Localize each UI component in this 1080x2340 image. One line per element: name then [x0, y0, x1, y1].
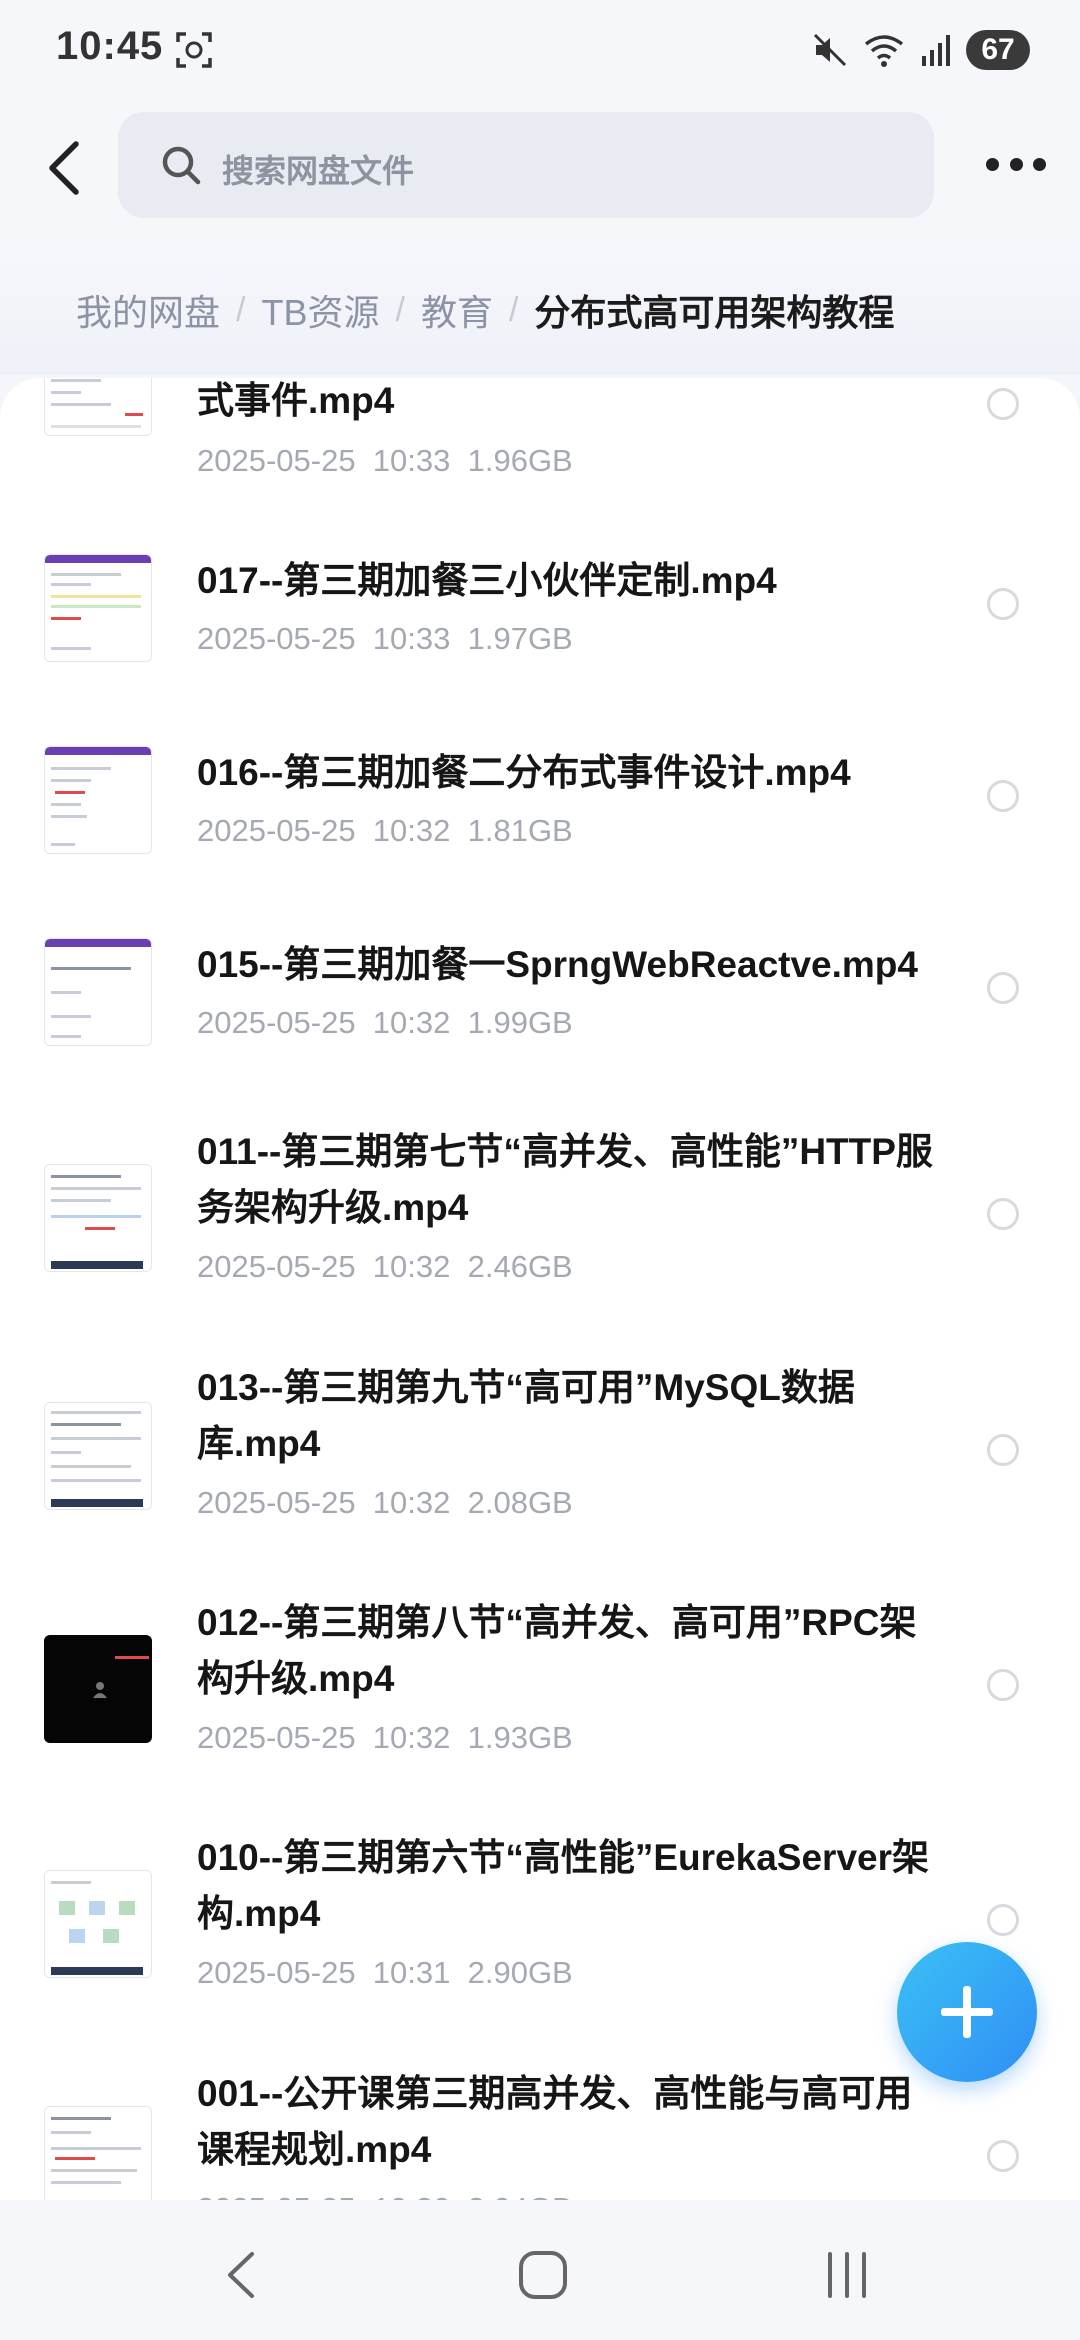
- file-thumbnail: [44, 1402, 152, 1510]
- select-radio[interactable]: [987, 2140, 1019, 2172]
- status-time: 10:45: [56, 24, 164, 68]
- battery-icon: 67: [966, 30, 1030, 70]
- breadcrumb-item[interactable]: 教育: [421, 284, 493, 336]
- file-row[interactable]: 011--第三期第七节“高并发、高性能”HTTP服务架构升级.mp4 2025-…: [0, 1124, 1080, 1358]
- breadcrumb-item[interactable]: TB资源: [261, 284, 379, 336]
- file-name: 015--第三期加餐一SprngWebReactve.mp4: [197, 944, 918, 985]
- select-radio[interactable]: [987, 388, 1019, 420]
- file-row[interactable]: 式事件.mp4 2025-05-25 10:33 1.96GB: [0, 378, 1080, 558]
- screenshot-icon: [176, 32, 212, 68]
- select-radio[interactable]: [987, 1669, 1019, 1701]
- file-row[interactable]: 017--第三期加餐三小伙伴定制.mp4 2025-05-25 10:33 1.…: [0, 548, 1080, 738]
- breadcrumb: 我的网盘 / TB资源 / 教育 / 分布式高可用架构教程: [0, 245, 1080, 375]
- file-thumbnail: [44, 1870, 152, 1978]
- select-radio[interactable]: [987, 588, 1019, 620]
- file-meta: 2025-05-25 10:32 1.99GB: [197, 1005, 573, 1040]
- system-nav-bar: [0, 2200, 1080, 2340]
- file-row[interactable]: 013--第三期第九节“高可用”MySQL数据库.mp4 2025-05-25 …: [0, 1360, 1080, 1594]
- person-icon: [93, 1682, 107, 1698]
- file-name: 011--第三期第七节“高并发、高性能”HTTP服务架构升级.mp4: [197, 1131, 933, 1228]
- add-button[interactable]: [897, 1942, 1037, 2082]
- nav-recents-icon[interactable]: [812, 2240, 882, 2310]
- file-meta: 2025-05-25 10:32 1.81GB: [197, 813, 573, 848]
- file-row[interactable]: 012--第三期第八节“高并发、高可用”RPC架构升级.mp4 2025-05-…: [0, 1595, 1080, 1829]
- nav-back-icon[interactable]: [208, 2240, 278, 2310]
- file-thumbnail: [44, 1164, 152, 1272]
- status-icons: 67: [812, 26, 1030, 74]
- file-row[interactable]: 016--第三期加餐二分布式事件设计.mp4 2025-05-25 10:32 …: [0, 740, 1080, 930]
- breadcrumb-item[interactable]: 我的网盘: [76, 284, 220, 336]
- select-radio[interactable]: [987, 780, 1019, 812]
- select-radio[interactable]: [987, 1434, 1019, 1466]
- more-options-button[interactable]: [986, 152, 1046, 176]
- search-input[interactable]: 搜索网盘文件: [118, 112, 934, 218]
- wifi-icon: [864, 35, 904, 67]
- file-name: 013--第三期第九节“高可用”MySQL数据库.mp4: [197, 1367, 855, 1464]
- file-name: 001--公开课第三期高并发、高性能与高可用课程规划.mp4: [197, 2073, 913, 2170]
- select-radio[interactable]: [987, 1198, 1019, 1230]
- status-bar: 10:45 67: [0, 0, 1080, 100]
- file-meta: 2025-05-25 10:31 2.90GB: [197, 1955, 573, 1990]
- file-thumbnail: [44, 378, 152, 436]
- file-thumbnail: [44, 938, 152, 1046]
- search-icon: [162, 146, 201, 185]
- file-row[interactable]: 001--公开课第三期高并发、高性能与高可用课程规划.mp4 2025-05-2…: [0, 2066, 1080, 2200]
- file-row[interactable]: 015--第三期加餐一SprngWebReactve.mp4 2025-05-2…: [0, 932, 1080, 1122]
- file-name: 016--第三期加餐二分布式事件设计.mp4: [197, 752, 851, 793]
- file-meta: 2025-05-25 10:32 2.08GB: [197, 1485, 573, 1520]
- mute-icon: [813, 33, 847, 67]
- file-meta: 2025-05-25 10:33 1.97GB: [197, 621, 573, 656]
- file-name: 010--第三期第六节“高性能”EurekaServer架构.mp4: [197, 1837, 929, 1934]
- search-placeholder: 搜索网盘文件: [222, 153, 415, 189]
- header: 搜索网盘文件: [0, 100, 1080, 245]
- file-thumbnail: [44, 2106, 152, 2200]
- file-name: 012--第三期第八节“高并发、高可用”RPC架构升级.mp4: [197, 1602, 917, 1699]
- back-button[interactable]: [40, 138, 90, 198]
- file-meta: 2025-05-25 10:32 1.93GB: [197, 1720, 573, 1755]
- file-name: 式事件.mp4: [197, 380, 395, 421]
- signal-icon: [922, 35, 950, 66]
- file-thumbnail: [44, 1635, 152, 1743]
- file-list: 式事件.mp4 2025-05-25 10:33 1.96GB 017--第三期…: [0, 378, 1080, 2200]
- file-name: 017--第三期加餐三小伙伴定制.mp4: [197, 560, 777, 601]
- file-meta: 2025-05-25 10:32 2.46GB: [197, 1249, 573, 1284]
- file-thumbnail: [44, 554, 152, 662]
- file-meta: 2025-05-25 10:30 2.04GB: [197, 2191, 573, 2200]
- file-thumbnail: [44, 746, 152, 854]
- select-radio[interactable]: [987, 972, 1019, 1004]
- breadcrumb-current: 分布式高可用架构教程: [534, 292, 895, 333]
- file-meta: 2025-05-25 10:33 1.96GB: [197, 443, 573, 478]
- select-radio[interactable]: [987, 1904, 1019, 1936]
- nav-home-icon[interactable]: [508, 2240, 578, 2310]
